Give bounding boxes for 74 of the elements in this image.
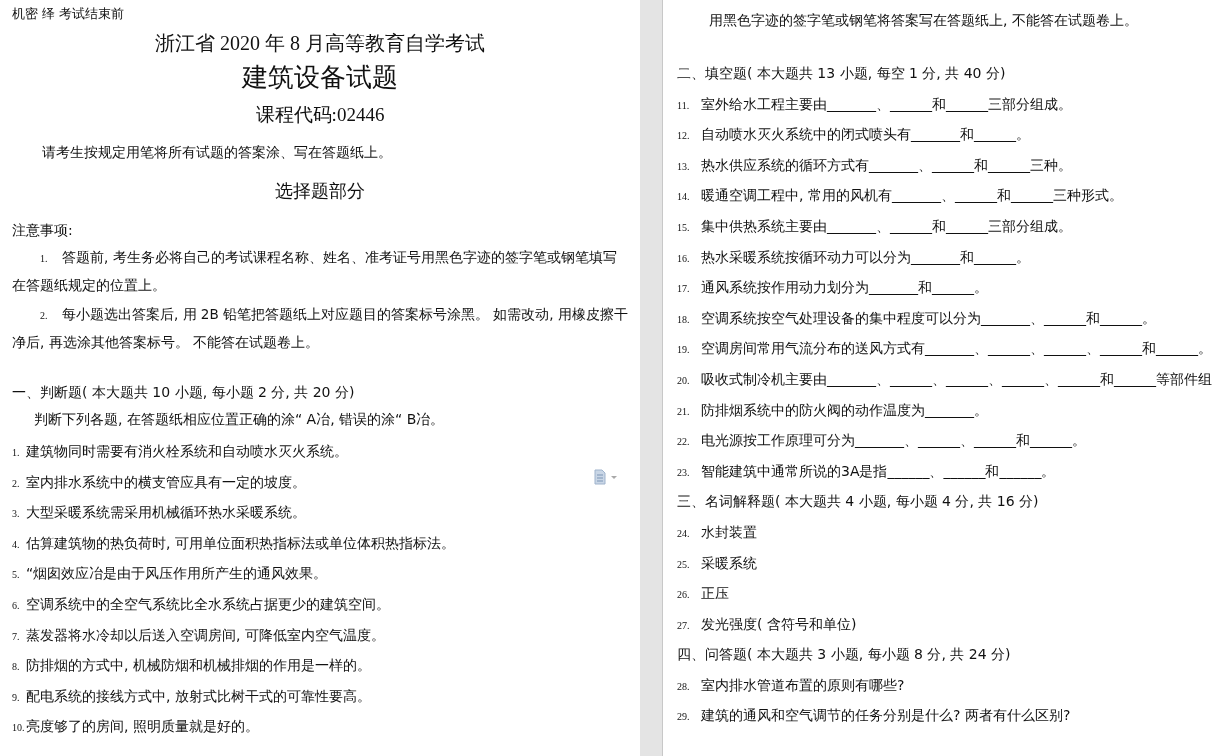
section-heading: 三、名词解释题( 本大题共 4 小题, 每小题 4 分, 共 16 分) [677,492,1040,512]
question-number: 25. [677,557,691,572]
question-text: 智能建筑中通常所说的3A是指______、______和______。 [701,461,1056,481]
question-text: 通风系统按作用动力划分为_______和______。 [701,278,988,298]
question-text: 热水供应系统的循环方式有_______、______和______三种。 [701,155,1072,175]
question-number: 28. [677,679,691,694]
question-number: 29. [677,710,691,725]
question-number: 6. [12,598,21,613]
question-text: 亮度够了的房间, 照明质量就是好的。 [26,717,259,737]
question-text: 建筑物同时需要有消火栓系统和自动喷水灭火系统。 [26,442,348,461]
question-text: 吸收式制冷机主要由_______、______、______、______、______和______等部件组 [701,369,1212,389]
section-heading: 四、问答题( 本大题共 3 小题, 每小题 8 分, 共 24 分) [677,645,1012,665]
question-text: 采暖系统 [701,553,757,573]
question-number: 1. [12,446,21,460]
question-text: 正压 [701,584,729,604]
question-text: 室外给水工程主要由_______、______和______三部分组成。 [701,94,1072,114]
question-number: 9. [12,690,21,705]
question-number: 26. [677,588,691,603]
question-text: 空调系统中的全空气系统比全水系统占据更少的建筑空间。 [26,594,390,614]
question-number: 20. [677,373,691,388]
question-number: 17. [677,282,691,297]
question-number: 8. [12,660,21,675]
section-instruction: 判断下列各题, 在答题纸相应位置正确的涂“ A冶, 错误的涂“ B冶。 [33,410,446,429]
note-text: 2. 每小题选出答案后, 用 2B 铅笔把答题纸上对应题目的答案标号涂黑。 如需改动, 用橡皮擦干净后, 再选涂其他答案标号。 不能答在试题卷上。 [12,305,628,352]
course-code: 课程代码:02446 [254,103,386,127]
question-number: 15. [677,220,691,235]
question-number: 23. [677,465,691,480]
question-number: 19. [677,343,691,358]
question-text: 蒸发器将水冷却以后送入空调房间, 可降低室内空气温度。 [26,625,385,645]
section-heading: 一、判断题( 本大题共 10 小题, 每小题 2 分, 共 20 分) [12,383,356,402]
question-text: 防排烟系统中的防火阀的动作温度为_______。 [701,400,988,420]
exam-title: 浙江省 2020 年 8 月高等教育自学考试 [154,31,486,56]
question-text: “烟囱效应冶是由于风压作用所产生的通风效果。 [26,564,328,584]
section-heading: 二、填空题( 本大题共 13 小题, 每空 1 分, 共 40 分) [677,64,1007,83]
question-number: 4. [12,537,21,552]
question-text: 空调系统按空气处理设备的集中程度可以分为_______、______和______。 [701,308,1156,328]
question-number: 12. [677,129,691,144]
subject-title: 建筑设备试题 [241,62,399,94]
question-number: 5. [12,568,21,583]
question-number: 13. [677,159,691,174]
question-text: 发光强度( 含符号和单位) [701,614,857,634]
question-text: 水封装置 [701,522,757,542]
instruction-text: 请考生按规定用笔将所有试题的答案涂、写在答题纸上。 [41,143,393,162]
question-text: 防排烟的方式中, 机械防烟和机械排烟的作用是一样的。 [26,656,371,676]
document-icon[interactable] [594,469,618,485]
question-number: 27. [677,618,691,633]
question-number: 7. [12,629,21,644]
question-number: 22. [677,435,691,450]
question-text: 室内排水系统中的横支管应具有一定的坡度。 [26,472,306,492]
question-text: 建筑的通风和空气调节的任务分别是什么? 两者有什么区别? [701,706,1071,726]
question-text: 估算建筑物的热负荷时, 可用单位面积热指标法或单位体积热指标法。 [26,533,455,553]
question-text: 室内排水管道布置的原则有哪些? [701,675,905,695]
question-number: 11. [677,98,691,113]
question-text: 电光源按工作原理可分为_______、______、______和______。 [701,431,1086,451]
question-text: 暖通空调工程中, 常用的风机有_______、______和______三种形式。 [701,186,1123,206]
question-number: 21. [677,404,691,419]
question-text: 热水采暖系统按循环动力可以分为_______和______。 [701,247,1030,267]
part-title: 选择题部分 [274,180,366,203]
question-number: 2. [12,476,21,491]
header-note: 机密 绎 考试结束前 [12,5,126,23]
question-number: 3. [12,507,21,522]
question-text: 自动喷水灭火系统中的闭式喷头有_______和______。 [701,125,1030,145]
question-number: 18. [677,312,691,327]
question-number: 16. [677,251,691,266]
note-text: 用黑色字迹的签字笔或钢笔将答案写在答题纸上, 不能答在试题卷上。 [708,11,1139,30]
question-text: 空调房间常用气流分布的送风方式有_______、______、______、______和______。 [701,339,1212,359]
question-text: 配电系统的接线方式中, 放射式比树干式的可靠性要高。 [26,686,371,706]
question-text: 集中供热系统主要由_______、______和______三部分组成。 [701,216,1072,236]
question-number: 10. [12,721,26,736]
question-number: 24. [677,526,691,541]
question-number: 14. [677,190,691,205]
note-text: 1. 答题前, 考生务必将自己的考试课程名称、姓名、准考证号用黑色字迹的签字笔或钢笔填写在答题纸规定的位置上。 [12,248,618,295]
question-text: 大型采暖系统需采用机械循环热水采暖系统。 [26,503,306,523]
notes-heading: 注意事项: [12,221,74,240]
